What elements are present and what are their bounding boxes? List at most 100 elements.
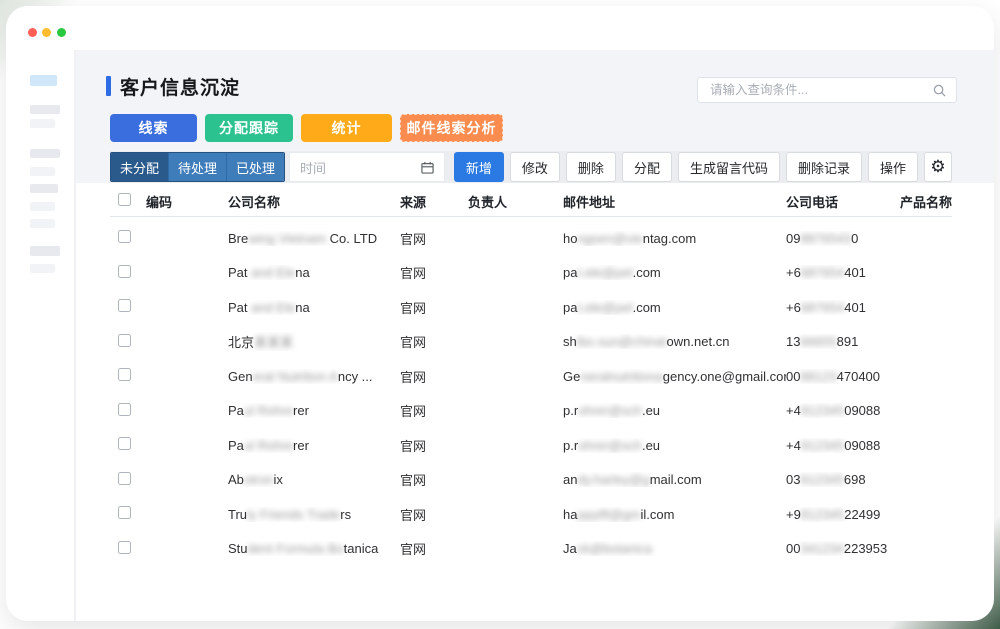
cell-email: andy.harley@gmail.com xyxy=(563,472,786,487)
sidebar-skeleton-bar xyxy=(30,119,55,128)
delete-button[interactable]: 删除 xyxy=(566,152,616,182)
tab-processed[interactable]: 已处理 xyxy=(226,153,284,181)
col-source: 来源 xyxy=(400,192,468,211)
cell-email: pat.ele@pel.com xyxy=(563,300,786,315)
row-checkbox[interactable] xyxy=(118,506,131,519)
date-placeholder: 时间 xyxy=(300,158,326,177)
table-row: Student Formula Botanica 官网 Jack@botanic… xyxy=(110,532,952,567)
cell-phone: +491234509088 xyxy=(786,438,900,453)
window-card: 客户信息沉淀 线索 分配跟踪 统计 邮件线索分析 未分配 待处理 已处理 时间 xyxy=(6,6,994,621)
minimize-window-icon[interactable] xyxy=(42,28,51,37)
cell-email: happytft@gmil.com xyxy=(563,507,786,522)
cell-email: shibo.sun@chinatown.net.cn xyxy=(563,334,786,349)
nav-button-email-analysis[interactable]: 邮件线索分析 xyxy=(400,114,503,142)
sidebar-skeleton-bar xyxy=(30,246,60,256)
row-checkbox[interactable] xyxy=(118,472,131,485)
cell-source: 官网 xyxy=(400,229,468,248)
settings-button[interactable]: ⚙ xyxy=(924,152,952,182)
cell-company: Pat and Elena xyxy=(228,265,400,280)
table-row: Pat and Elena 官网 pat.ele@pel.com +668765… xyxy=(110,256,952,291)
row-checkbox[interactable] xyxy=(118,437,131,450)
cell-source: 官网 xyxy=(400,298,468,317)
col-product: 产品名称 xyxy=(900,192,952,211)
cell-email: Generalnutritionagency.one@gmail.com xyxy=(563,369,786,384)
customer-table: 编码 公司名称 来源 负责人 邮件地址 公司电话 产品名称 Brewing Vi… xyxy=(110,186,952,566)
col-owner: 负责人 xyxy=(468,192,563,211)
col-code: 编码 xyxy=(146,192,228,211)
search-icon[interactable] xyxy=(933,84,946,97)
col-email: 邮件地址 xyxy=(563,192,786,211)
cell-source: 官网 xyxy=(400,470,468,489)
sidebar-skeleton-bar xyxy=(30,202,55,211)
page-title: 客户信息沉淀 xyxy=(120,73,240,100)
row-checkbox[interactable] xyxy=(118,403,131,416)
title-accent-bar xyxy=(106,76,111,96)
nav-button-statistics[interactable]: 统计 xyxy=(301,114,392,142)
row-checkbox[interactable] xyxy=(118,368,131,381)
cell-company: 北京某某某 xyxy=(228,332,400,351)
cell-email: p.rohrer@sch.eu xyxy=(563,438,786,453)
cell-source: 官网 xyxy=(400,436,468,455)
cell-phone: +6687654401 xyxy=(786,300,900,315)
sidebar-skeleton-bar xyxy=(30,184,58,193)
row-checkbox[interactable] xyxy=(118,265,131,278)
cell-email: p.rohrer@sch.eu xyxy=(563,403,786,418)
cell-source: 官网 xyxy=(400,505,468,524)
status-tabs: 未分配 待处理 已处理 xyxy=(110,152,285,182)
sidebar-skeleton-bar xyxy=(30,75,57,86)
calendar-icon[interactable] xyxy=(421,161,434,174)
nav-button-clues[interactable]: 线索 xyxy=(110,114,197,142)
date-filter-input[interactable]: 时间 xyxy=(289,152,445,182)
cell-phone: +491234509088 xyxy=(786,403,900,418)
generate-code-button[interactable]: 生成留言代码 xyxy=(678,152,780,182)
cell-company: Truly Friends Traders xyxy=(228,507,400,522)
cell-phone: 0088123470400 xyxy=(786,369,900,384)
cell-source: 官网 xyxy=(400,401,468,420)
add-button[interactable]: 新增 xyxy=(454,152,504,182)
cell-phone: +6687654401 xyxy=(786,265,900,280)
cell-company: General Nutrition Ancy ... xyxy=(228,369,400,384)
nav-button-assign-track[interactable]: 分配跟踪 xyxy=(205,114,293,142)
gear-icon: ⚙ xyxy=(930,157,945,177)
table-row: General Nutrition Ancy ... 官网 Generalnut… xyxy=(110,359,952,394)
col-phone: 公司电话 xyxy=(786,192,900,211)
cell-phone: 0988765430 xyxy=(786,231,900,246)
row-checkbox[interactable] xyxy=(118,299,131,312)
tab-unassigned[interactable]: 未分配 xyxy=(111,153,168,181)
table-row: Paul Rohrerer 官网 p.rohrer@sch.eu +491234… xyxy=(110,394,952,429)
cell-email: pat.ele@pel.com xyxy=(563,265,786,280)
search-box[interactable] xyxy=(697,77,957,103)
cell-phone: 1366655891 xyxy=(786,334,900,349)
cell-company: Pat and Elena xyxy=(228,300,400,315)
row-checkbox[interactable] xyxy=(118,334,131,347)
sidebar-skeleton-bar xyxy=(30,105,60,114)
sidebar-skeleton-bar xyxy=(30,219,55,228)
cell-source: 官网 xyxy=(400,263,468,282)
table-body: Brewing Vietnam Co. LTD 官网 hongsen@vient… xyxy=(110,221,952,566)
cell-email: Jack@botanica xyxy=(563,541,786,556)
sidebar-skeleton-bar xyxy=(30,264,55,273)
cell-phone: 00341234223953 xyxy=(786,541,900,556)
assign-button[interactable]: 分配 xyxy=(622,152,672,182)
maximize-window-icon[interactable] xyxy=(57,28,66,37)
table-row: Abotronix 官网 andy.harley@gmail.com 03912… xyxy=(110,463,952,498)
toolbar: 未分配 待处理 已处理 时间 新增 修改 删除 分配 生成留言代码 删除记录 操… xyxy=(110,151,952,183)
row-checkbox[interactable] xyxy=(118,541,131,554)
cell-source: 官网 xyxy=(400,332,468,351)
table-row: Truly Friends Traders 官网 happytft@gmil.c… xyxy=(110,497,952,532)
cell-email: hongsen@vientag.com xyxy=(563,231,786,246)
cell-company: Paul Rohrerer xyxy=(228,438,400,453)
sidebar-skeleton-bar xyxy=(30,167,55,176)
operate-button[interactable]: 操作 xyxy=(868,152,918,182)
delete-record-button[interactable]: 删除记录 xyxy=(786,152,862,182)
tab-pending[interactable]: 待处理 xyxy=(168,153,226,181)
cell-phone: 03912345698 xyxy=(786,472,900,487)
close-window-icon[interactable] xyxy=(28,28,37,37)
edit-button[interactable]: 修改 xyxy=(510,152,560,182)
row-checkbox[interactable] xyxy=(118,230,131,243)
search-input[interactable] xyxy=(708,82,933,98)
cell-source: 官网 xyxy=(400,539,468,558)
select-all-checkbox[interactable] xyxy=(118,193,131,206)
action-buttons: 新增 修改 删除 分配 生成留言代码 删除记录 操作 ⚙ xyxy=(454,152,952,182)
sidebar-skeleton-bar xyxy=(30,149,60,158)
